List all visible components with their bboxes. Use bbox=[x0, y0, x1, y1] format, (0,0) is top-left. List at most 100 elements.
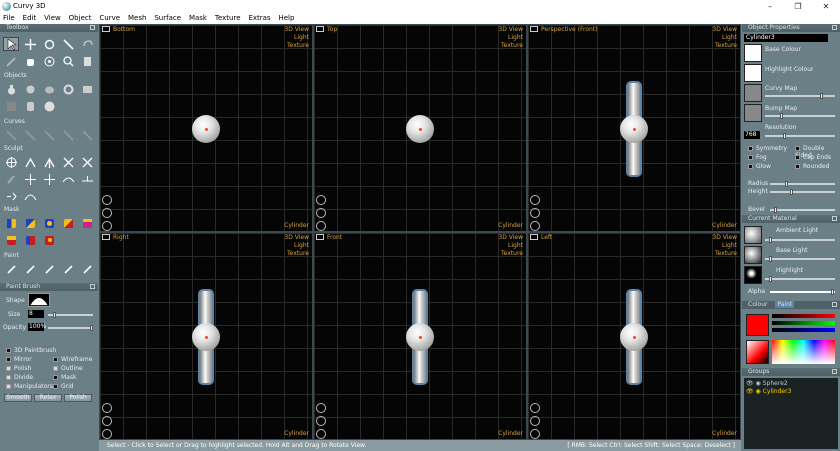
sculpt-tool-7-button[interactable] bbox=[22, 172, 38, 186]
view-mode-toggle[interactable]: 3D View bbox=[712, 234, 737, 241]
texture-toggle[interactable]: Texture bbox=[287, 250, 309, 257]
sculpt-tool-9-button[interactable] bbox=[60, 172, 76, 186]
base-colour-swatch[interactable] bbox=[744, 44, 762, 62]
add-plane-button[interactable] bbox=[79, 82, 95, 96]
viewport-left[interactable]: Left 3D View Light Texture Cylinder bbox=[527, 232, 741, 440]
sculpt-tool-10-button[interactable] bbox=[79, 172, 95, 186]
add-cylinder-button[interactable] bbox=[22, 99, 38, 113]
option-polish[interactable]: Polish bbox=[6, 365, 31, 372]
viewport-menu-icon[interactable] bbox=[316, 26, 324, 32]
resolution-field[interactable]: 768 bbox=[744, 131, 760, 139]
zoom-control[interactable] bbox=[530, 429, 540, 439]
rounded-option[interactable]: Rounded bbox=[795, 163, 829, 170]
view-mode-toggle[interactable]: 3D View bbox=[284, 26, 309, 33]
mask-tool-6-button[interactable] bbox=[3, 233, 19, 247]
green-slider[interactable] bbox=[772, 321, 835, 325]
bevel-slider[interactable] bbox=[770, 207, 835, 213]
rotate-tool-button[interactable] bbox=[41, 37, 57, 51]
sculpt-tool-4-button[interactable] bbox=[60, 155, 76, 169]
slider-knob[interactable] bbox=[769, 256, 772, 262]
curve-tool-2-button[interactable] bbox=[22, 128, 38, 142]
mask-tool-4-button[interactable] bbox=[60, 216, 76, 230]
texture-toggle[interactable]: Texture bbox=[715, 42, 737, 49]
size-slider-knob[interactable] bbox=[53, 312, 56, 318]
tab-paint[interactable]: Paint bbox=[775, 301, 795, 308]
slider-knob[interactable] bbox=[831, 289, 834, 295]
relax-button[interactable]: Relax bbox=[34, 394, 62, 402]
ambient-light-swatch[interactable] bbox=[744, 226, 762, 244]
slider-knob[interactable] bbox=[769, 237, 772, 243]
light-direction-control[interactable] bbox=[530, 195, 540, 205]
brush-shape-preview[interactable] bbox=[28, 293, 50, 307]
size-slider[interactable] bbox=[48, 312, 93, 318]
checkbox[interactable] bbox=[6, 357, 11, 362]
light-toggle[interactable]: Light bbox=[508, 34, 523, 41]
blue-slider[interactable] bbox=[772, 328, 835, 332]
symmetry-option[interactable]: Symmetry bbox=[748, 145, 787, 152]
sculpt-tool-3-button[interactable] bbox=[41, 155, 57, 169]
viewport-perspective[interactable]: Perspective (Front) 3D View Light Textur… bbox=[527, 24, 741, 232]
light-toggle[interactable]: Light bbox=[294, 34, 309, 41]
group-item-sphere2[interactable]: 👁 ◉ Sphere2 bbox=[746, 380, 788, 387]
checkbox-checked[interactable] bbox=[53, 366, 58, 371]
view-mode-toggle[interactable]: 3D View bbox=[712, 26, 737, 33]
sculpt-tool-6-button[interactable] bbox=[3, 172, 19, 186]
close-button[interactable]: ✕ bbox=[812, 0, 840, 13]
base-light-swatch[interactable] bbox=[744, 246, 762, 264]
checkbox[interactable] bbox=[795, 146, 800, 151]
menu-object[interactable]: Object bbox=[66, 13, 95, 24]
slider-knob[interactable] bbox=[820, 93, 823, 99]
highlight-slider[interactable] bbox=[765, 276, 835, 282]
light-toggle[interactable]: Light bbox=[722, 34, 737, 41]
cap-ends-option[interactable]: Cap Ends bbox=[795, 154, 831, 161]
menu-texture[interactable]: Texture bbox=[212, 13, 244, 24]
base-light-slider[interactable] bbox=[765, 256, 835, 262]
sculpt-tool-12-button[interactable] bbox=[22, 189, 38, 203]
checkbox[interactable] bbox=[53, 357, 58, 362]
viewport-menu-icon[interactable] bbox=[102, 234, 110, 240]
light-direction-control[interactable] bbox=[316, 403, 326, 413]
opacity-field[interactable]: 100% bbox=[28, 323, 46, 331]
slider-knob[interactable] bbox=[790, 189, 793, 195]
option-manipulators[interactable]: Manipulators bbox=[6, 383, 53, 390]
orbit-tool-button[interactable] bbox=[41, 54, 57, 68]
hue-spectrum[interactable] bbox=[772, 340, 835, 364]
paint-tool-1-button[interactable] bbox=[3, 262, 19, 276]
menu-curve[interactable]: Curve bbox=[96, 13, 123, 24]
slider-knob[interactable] bbox=[774, 207, 777, 213]
menu-extras[interactable]: Extras bbox=[245, 13, 273, 24]
move-tool-button[interactable] bbox=[22, 37, 38, 51]
orbit-control[interactable] bbox=[530, 416, 540, 426]
orbit-control[interactable] bbox=[316, 208, 326, 218]
orbit-control[interactable] bbox=[102, 416, 112, 426]
pin-icon[interactable] bbox=[90, 284, 95, 289]
pin-icon[interactable] bbox=[90, 25, 95, 30]
resolution-slider[interactable] bbox=[765, 133, 835, 139]
option-mask[interactable]: Mask bbox=[53, 374, 76, 381]
minimize-button[interactable]: – bbox=[756, 0, 784, 13]
pin-icon[interactable] bbox=[832, 25, 837, 30]
viewport-menu-icon[interactable] bbox=[316, 234, 324, 240]
maximize-button[interactable]: ❐ bbox=[784, 0, 812, 13]
menu-file[interactable]: File bbox=[0, 13, 18, 24]
option-wireframe[interactable]: Wireframe bbox=[53, 356, 92, 363]
checkbox[interactable] bbox=[748, 164, 753, 169]
option-divide[interactable]: Divide bbox=[6, 374, 33, 381]
curve-tool-5-button[interactable] bbox=[79, 128, 95, 142]
view-mode-toggle[interactable]: 3D View bbox=[284, 234, 309, 241]
viewport-bottom[interactable]: Bottom 3D View Light Texture Cylinder bbox=[99, 24, 313, 232]
pin-icon[interactable] bbox=[832, 302, 837, 307]
option-mirror[interactable]: Mirror bbox=[6, 356, 32, 363]
curvy-map-swatch[interactable] bbox=[744, 84, 762, 102]
scale-tool-button[interactable] bbox=[60, 37, 76, 51]
height-slider[interactable] bbox=[770, 189, 835, 195]
add-cup-button[interactable] bbox=[41, 82, 57, 96]
slider-knob[interactable] bbox=[769, 276, 772, 282]
checkbox-checked[interactable] bbox=[6, 384, 11, 389]
sculpt-tool-5-button[interactable] bbox=[79, 155, 95, 169]
zoom-control[interactable] bbox=[316, 429, 326, 439]
add-blob-button[interactable] bbox=[22, 82, 38, 96]
select-tool-button[interactable] bbox=[3, 37, 19, 51]
pan-tool-button[interactable] bbox=[22, 54, 38, 68]
sculpt-tool-2-button[interactable] bbox=[22, 155, 38, 169]
